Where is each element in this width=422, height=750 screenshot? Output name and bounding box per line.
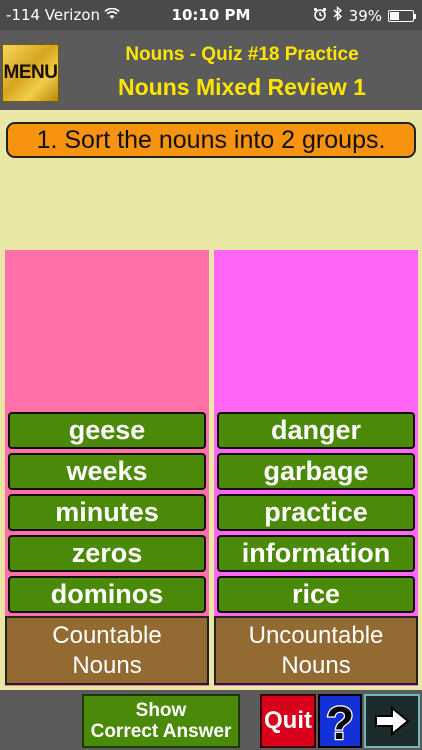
word-tile[interactable]: practice [217,494,415,531]
menu-button[interactable]: MENU [2,44,59,102]
status-bar: -114 Verizon 10:10 PM 39% [0,0,422,30]
quiz-title: Nouns - Quiz #18 Practice [125,44,359,65]
question-prompt: 1. Sort the nouns into 2 groups. [6,122,416,158]
arrow-right-icon [375,705,410,737]
question-mark-icon: ? [325,697,356,745]
word-tile[interactable]: information [217,535,415,572]
status-right: 39% [313,5,416,25]
app-header: MENU Nouns - Quiz #18 Practice Nouns Mix… [0,30,422,110]
battery-fill [390,11,400,20]
group-label-line1: Countable [52,621,162,649]
help-glyph: ? [326,697,354,745]
bottom-toolbar: Show Correct Answer Quit ? [0,690,422,750]
bluetooth-icon [333,5,343,25]
show-answer-line2: Correct Answer [90,721,232,742]
sort-column-uncountable[interactable]: danger garbage practice information rice… [214,250,418,686]
word-tile[interactable]: minutes [8,494,206,531]
alarm-icon [313,7,327,25]
word-tile[interactable]: zeros [8,535,206,572]
quiz-subtitle: Nouns Mixed Review 1 [118,74,366,100]
battery-icon [388,9,416,22]
group-label-line1: Uncountable [248,621,384,649]
word-tile[interactable]: dominos [8,576,206,613]
next-button[interactable] [364,694,420,748]
word-tile[interactable]: garbage [217,453,415,490]
battery-percent: 39% [348,6,382,25]
show-answer-line1: Show [135,700,187,721]
group-label-uncountable: Uncountable Nouns [214,616,418,685]
word-tile[interactable]: danger [217,412,415,449]
help-button[interactable]: ? [318,694,362,748]
group-label-countable: Countable Nouns [5,616,209,685]
sort-column-countable[interactable]: geese weeks minutes zeros dominos Counta… [5,250,209,686]
show-correct-answer-button[interactable]: Show Correct Answer [82,694,240,748]
word-tile[interactable]: rice [217,576,415,613]
group-label-line2: Nouns [281,651,351,679]
word-tile[interactable]: weeks [8,453,206,490]
quit-button[interactable]: Quit [260,694,316,748]
word-tile[interactable]: geese [8,412,206,449]
group-label-line2: Nouns [72,651,142,679]
